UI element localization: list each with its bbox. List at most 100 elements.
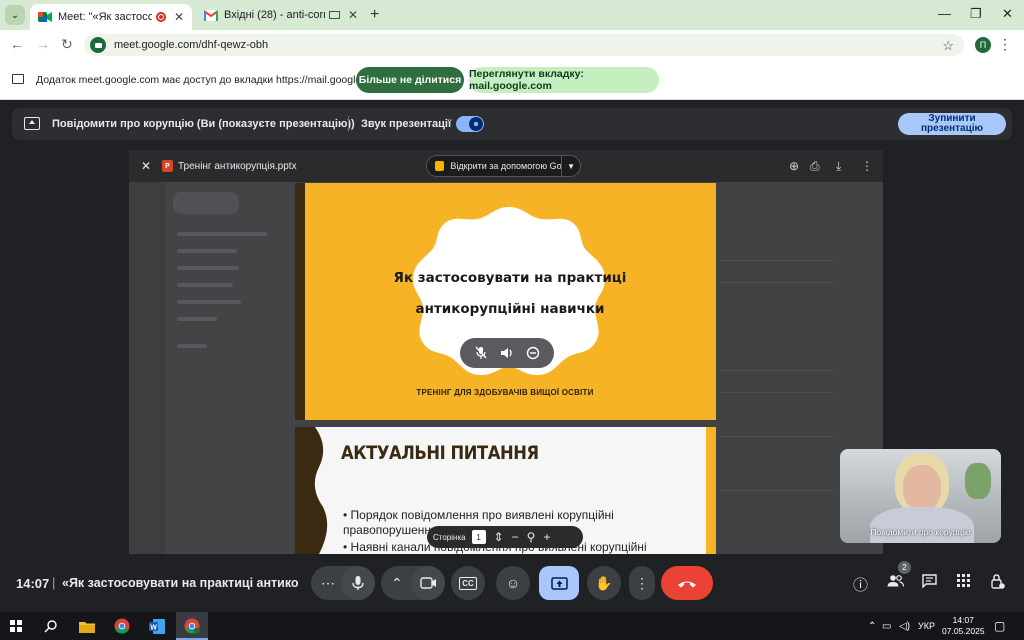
network-icon[interactable]: ▭	[882, 621, 891, 632]
captions-button[interactable]: CC	[451, 566, 485, 600]
more-options-button[interactable]: ⋮	[629, 566, 655, 600]
reload-icon[interactable]: ↻	[61, 36, 73, 53]
zoom-in-icon[interactable]: +	[543, 530, 550, 544]
bookmark-star-icon[interactable]: ☆	[942, 38, 954, 54]
chevron-up-icon[interactable]: ⌃	[391, 575, 403, 592]
reactions-button[interactable]: ☺	[496, 566, 530, 600]
back-icon[interactable]: ←	[10, 36, 24, 52]
gmail-compose-button	[173, 192, 239, 214]
notifications-icon[interactable]: ▢	[994, 619, 1005, 633]
microphone-button[interactable]	[341, 566, 375, 600]
site-info-icon[interactable]	[90, 37, 106, 53]
fit-page-icon[interactable]: ⇕	[494, 530, 504, 544]
participants-count-badge: 2	[898, 561, 911, 574]
slide-accent-bar	[295, 183, 305, 420]
leave-call-button[interactable]	[661, 566, 713, 600]
zoom-out-icon[interactable]: −	[512, 530, 519, 544]
media-controls	[460, 338, 554, 368]
screen-share-icon	[12, 74, 24, 84]
gmail-list-row	[719, 260, 834, 261]
address-bar[interactable]: meet.google.com/dhf-qewz-obh	[84, 34, 964, 56]
close-window-icon[interactable]: ✕	[1002, 6, 1013, 22]
shared-screen: ✕ P Тренінг антикорупція.pptx Відкрити з…	[129, 150, 883, 554]
infobar-text: Додаток meet.google.com має доступ до вк…	[36, 74, 385, 86]
hand-icon: ✋	[595, 574, 613, 591]
host-controls-icon[interactable]	[990, 574, 1005, 593]
recording-indicator-icon	[156, 12, 166, 22]
hang-up-icon	[678, 581, 696, 587]
open-with-label: Відкрити за допомогою Google Slides	[450, 161, 562, 171]
speaker-icon	[469, 117, 483, 131]
close-viewer-icon[interactable]: ✕	[141, 159, 151, 173]
gmail-labels-header	[177, 344, 207, 348]
people-icon[interactable]	[887, 574, 905, 591]
remove-icon[interactable]	[524, 346, 542, 360]
meeting-title: «Як застосовувати на практиці антикорупц…	[62, 576, 298, 590]
mic-off-icon[interactable]	[472, 346, 490, 360]
chat-icon[interactable]	[922, 574, 937, 592]
print-icon[interactable]: ⎙	[810, 159, 820, 174]
captions-icon: CC	[459, 576, 477, 590]
windows-start-icon[interactable]	[10, 620, 22, 632]
open-with-button[interactable]: Відкрити за допомогою Google Slides ▼	[426, 155, 581, 177]
slide-accent-bar	[706, 427, 716, 554]
tab-search-button[interactable]: ⌄	[5, 5, 25, 25]
meet-control-bar: 14:07 | «Як застосовувати на практиці ан…	[0, 562, 1024, 606]
browser-menu-icon[interactable]: ⋮	[998, 36, 1012, 53]
show-hidden-icons-icon[interactable]: ⌃	[868, 621, 876, 632]
profile-avatar[interactable]: П	[975, 37, 991, 53]
tab-meet[interactable]: Meet: "«Як застосовувати на практиці ант…	[30, 4, 192, 30]
slide-title: Як застосовувати на практиці антикорупці…	[391, 263, 629, 325]
present-now-button[interactable]	[539, 566, 579, 600]
volume-icon[interactable]	[498, 346, 516, 360]
new-tab-button[interactable]: +	[370, 6, 379, 24]
stop-sharing-button[interactable]: Більше не ділитися	[356, 67, 464, 93]
volume-tray-icon[interactable]: ◁)	[899, 621, 910, 632]
tab-title: Meet: "«Як застосовувати на практиці ант…	[58, 11, 153, 23]
self-view-tile[interactable]: Повідомити про корупцію	[840, 449, 1001, 543]
gmail-list-row	[719, 370, 834, 371]
minimize-icon[interactable]: —	[938, 6, 951, 21]
more-vert-icon: ⋮	[635, 574, 649, 591]
search-icon[interactable]	[40, 616, 62, 636]
camera-button[interactable]	[411, 566, 445, 600]
tab-share-infobar: Додаток meet.google.com має доступ до вк…	[0, 60, 1024, 100]
add-to-drive-icon[interactable]: ⊕	[789, 159, 799, 173]
download-icon[interactable]: ⤓	[836, 159, 841, 174]
more-audio-options-icon[interactable]: ⋯	[321, 575, 335, 592]
gmail-folder-row	[177, 232, 267, 236]
chrome-profile-icon[interactable]	[181, 616, 203, 636]
zoom-icon[interactable]: ⚲	[527, 530, 536, 544]
presentation-audio-toggle[interactable]	[456, 116, 484, 132]
word-icon[interactable]: W	[146, 616, 168, 636]
activities-icon[interactable]	[957, 574, 970, 591]
gmail-folder-row	[177, 317, 217, 321]
gmail-icon	[204, 8, 218, 22]
gmail-folder-row	[177, 249, 237, 253]
tab-gmail[interactable]: Вхідні (28) - anti-corruption ✕	[196, 2, 366, 28]
restore-icon[interactable]: ❐	[970, 6, 982, 22]
meeting-time: 14:07	[16, 576, 50, 591]
open-with-dropdown-icon[interactable]: ▼	[561, 155, 580, 177]
gmail-list-row	[719, 282, 834, 283]
url-text: meet.google.com/dhf-qewz-obh	[114, 39, 269, 51]
emoji-icon: ☺	[505, 575, 521, 591]
system-time: 14:07	[952, 615, 974, 625]
chrome-icon[interactable]	[111, 616, 133, 636]
raise-hand-button[interactable]: ✋	[587, 566, 621, 600]
present-icon	[24, 117, 40, 130]
slide-1: Як застосовувати на практиці антикорупці…	[295, 183, 716, 420]
close-tab-icon[interactable]: ✕	[174, 10, 184, 24]
view-tab-button[interactable]: Переглянути вкладку: mail.google.com	[469, 67, 659, 93]
meeting-details-icon[interactable]: ⓘ	[853, 574, 868, 595]
file-explorer-icon[interactable]	[76, 616, 98, 636]
slide-subtitle: ТРЕНІНГ ДЛЯ ЗДОБУВАЧІВ ВИЩОЇ ОСВІТИ	[416, 388, 594, 397]
file-name: Тренінг антикорупція.pptx	[178, 161, 297, 172]
input-language[interactable]: УКР	[918, 621, 935, 631]
system-clock[interactable]: 14:07 07.05.2025	[942, 615, 985, 637]
more-options-icon[interactable]: ⋮	[861, 159, 873, 173]
close-tab-icon[interactable]: ✕	[348, 8, 358, 22]
stop-presenting-button[interactable]: Зупинити презентацію	[898, 113, 1006, 135]
page-number-input[interactable]: 1	[471, 530, 486, 544]
forward-icon[interactable]: →	[36, 36, 50, 52]
